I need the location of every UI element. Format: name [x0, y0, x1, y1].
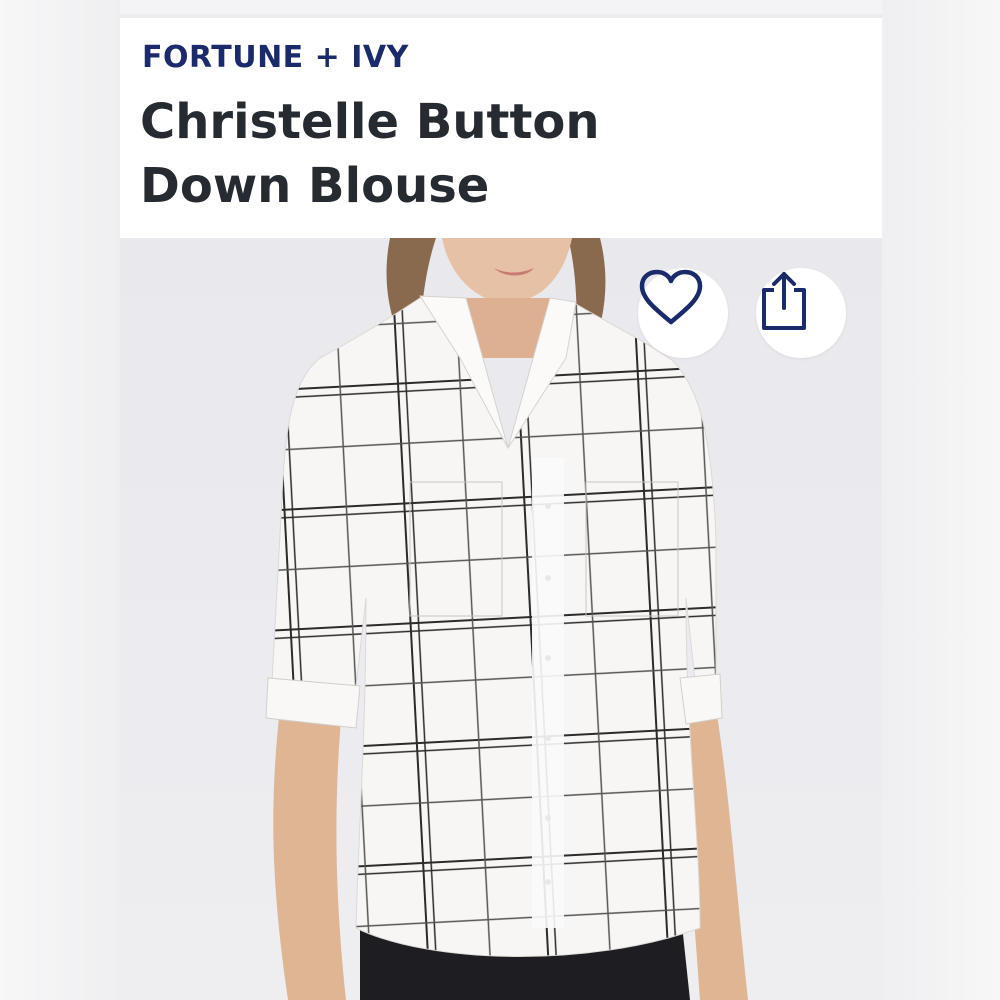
product-title: Christelle Button Down Blouse: [140, 94, 600, 214]
product-header: FORTUNE + IVY Christelle Button Down Blo…: [120, 18, 882, 238]
heart-icon: [639, 269, 703, 325]
background-left: [0, 0, 120, 1000]
share-button[interactable]: [756, 268, 846, 358]
product-card: FORTUNE + IVY Christelle Button Down Blo…: [120, 14, 882, 1000]
favorite-button[interactable]: [638, 268, 728, 358]
brand-name[interactable]: FORTUNE + IVY: [142, 40, 409, 75]
product-image[interactable]: [120, 238, 882, 1000]
share-icon: [762, 272, 806, 330]
background-right: [882, 0, 1000, 1000]
blouse-photo: [265, 238, 748, 1000]
